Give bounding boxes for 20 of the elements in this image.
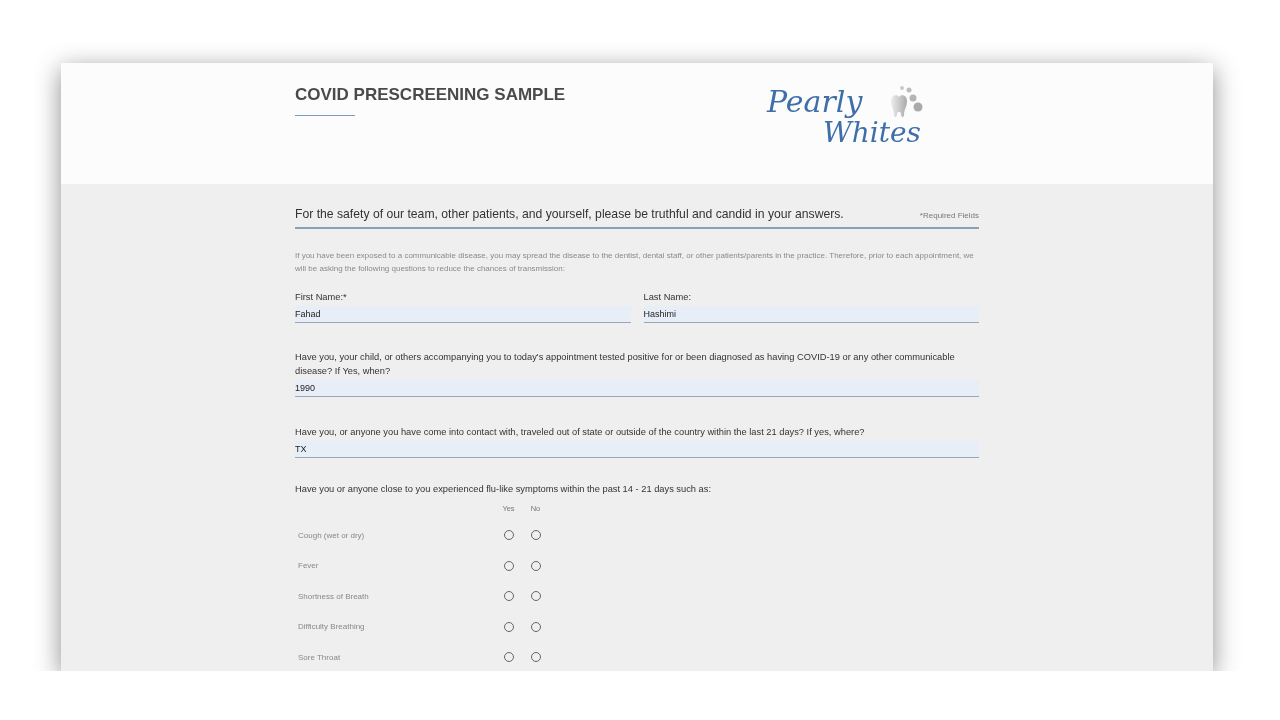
name-field[interactable]: Fahad: [295, 306, 631, 323]
answer-field[interactable]: 1990: [295, 380, 979, 397]
answer-field[interactable]: TX: [295, 441, 979, 458]
logo-text: Pearly: [767, 87, 863, 117]
symptom-label: Fever: [297, 560, 320, 573]
symptom-label: Shortness of Breath: [297, 590, 370, 603]
logo-text: Whites: [823, 119, 921, 147]
question-label: Have you or anyone close to you experienced flu-like symptoms within the past 14 - 21 days such as:: [295, 484, 712, 494]
symptom-label: Sore Throat: [297, 651, 342, 664]
symptom-label: Cough (wet or dry): [297, 529, 366, 542]
field-label: First Name:*: [295, 291, 348, 304]
field-label: Last Name:: [643, 291, 693, 304]
name-field[interactable]: Hashimi: [643, 306, 979, 323]
question-label: Have you, or anyone you have come into contact with, traveled out of state or outside of the country within the last 21 days? If yes, where?: [295, 426, 866, 439]
required-note: *Required Fields: [919, 211, 979, 220]
symptom-label: Difficulty Breathing: [297, 621, 366, 634]
intro-paragraph: If you have been exposed to a communicable disease, you may spread the disease to the dentist, dental staff, or other patients/parents in the practice. Therefore, prior to each appointment, we will be asking the following questions to reduce the chances of transmission:: [295, 250, 975, 275]
question-label: Have you, your child, or others accompanying you to today's appointment tested positive for or been diagnosed as having COVID-19 or any other communicable disease? If Yes, when?: [295, 351, 956, 378]
intro-heading: For the safety of our team, other patients, and yourself, please be truthful and candid in your answers.: [295, 207, 844, 221]
form-title: COVID PRESCREENING SAMPLE: [295, 85, 566, 105]
